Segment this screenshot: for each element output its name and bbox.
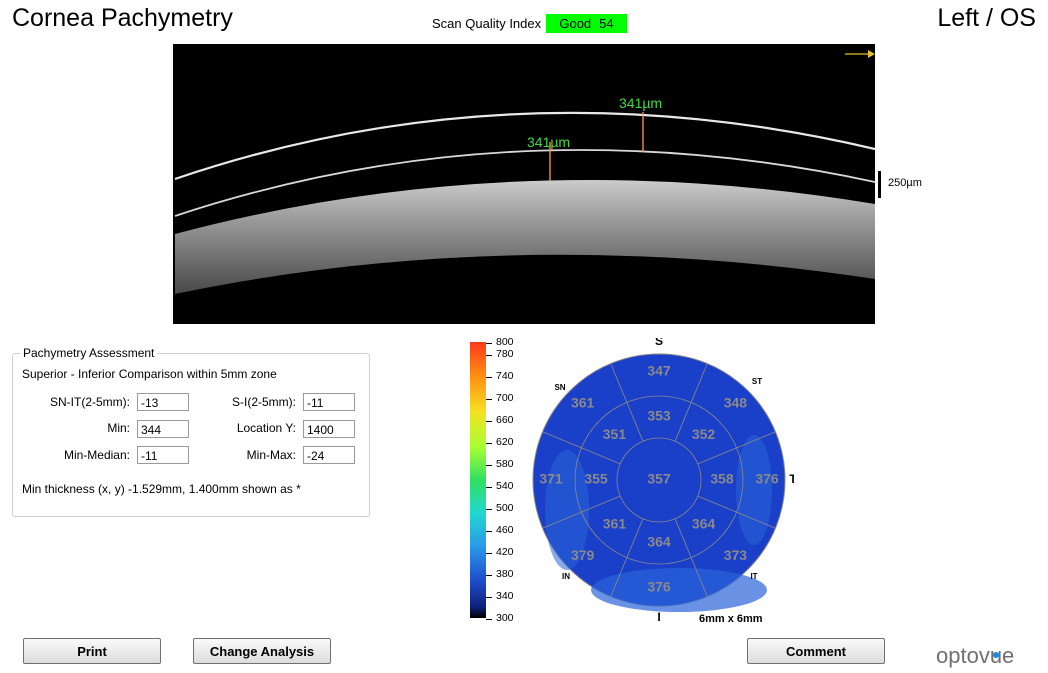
assessment-legend: Pachymetry Assessment bbox=[20, 346, 158, 360]
field-value-min-median[interactable]: -11 bbox=[137, 446, 189, 464]
logo-text: optovue bbox=[936, 643, 1014, 668]
page-title: Cornea Pachymetry bbox=[12, 4, 233, 32]
scan-quality-label: Scan Quality Index bbox=[432, 16, 542, 31]
map-orient-sn: SN bbox=[554, 383, 565, 392]
map-value-outer: 348 bbox=[724, 394, 748, 410]
colorbar-tick-mark bbox=[486, 575, 492, 576]
min-thickness-note: Min thickness (x, y) -1.529mm, 1.400mm s… bbox=[22, 482, 301, 496]
anterior-surface-line bbox=[174, 111, 875, 181]
colorbar-tick: 700 bbox=[496, 392, 514, 404]
scale-bar bbox=[878, 171, 881, 198]
colorbar-tick-mark bbox=[486, 355, 492, 356]
field-label-min: Min: bbox=[107, 421, 130, 435]
colorbar-tick: 740 bbox=[496, 370, 514, 382]
colorbar-tick-mark bbox=[486, 531, 492, 532]
map-value-inner: 355 bbox=[584, 471, 608, 487]
scan-quality-value: 54 bbox=[599, 16, 614, 31]
colorbar-tick: 780 bbox=[496, 348, 514, 360]
scan-quality-status: Good bbox=[559, 16, 592, 31]
map-value-outer: 371 bbox=[539, 471, 563, 487]
field-label-s-i: S-I(2-5mm): bbox=[232, 395, 296, 409]
map-orient-s: S bbox=[655, 338, 663, 348]
map-value-outer: 379 bbox=[571, 547, 595, 563]
field-value-min-max[interactable]: -24 bbox=[303, 446, 355, 464]
scan-quality-badge: Good 54 bbox=[546, 14, 627, 33]
colorbar-tick-mark bbox=[486, 509, 492, 510]
colorbar-tick-mark bbox=[486, 421, 492, 422]
map-value-outer: 373 bbox=[724, 547, 748, 563]
map-thick-zone bbox=[591, 568, 767, 612]
scale-label: 250µm bbox=[888, 177, 922, 189]
map-value-inner: 352 bbox=[692, 426, 716, 442]
field-value-min[interactable]: 344 bbox=[137, 420, 189, 438]
map-orient-st: ST bbox=[752, 377, 762, 386]
field-label-min-max: Min-Max: bbox=[246, 448, 296, 462]
colorbar-tick-mark bbox=[486, 619, 492, 620]
field-value-sn-it[interactable]: -13 bbox=[137, 393, 189, 411]
print-button[interactable]: Print bbox=[23, 638, 161, 664]
map-orient-t: T bbox=[789, 472, 794, 486]
map-value-outer: 361 bbox=[571, 394, 595, 410]
arrow-head-icon bbox=[868, 50, 875, 58]
change-analysis-button[interactable]: Change Analysis bbox=[193, 638, 331, 664]
logo-dot-icon bbox=[993, 652, 999, 658]
comment-button[interactable]: Comment bbox=[747, 638, 885, 664]
colorbar-tick-mark bbox=[486, 487, 492, 488]
map-value-inner: 364 bbox=[692, 515, 716, 531]
map-size-label: 6mm x 6mm bbox=[699, 613, 763, 625]
map-value-inner: 364 bbox=[647, 534, 671, 550]
map-value-center: 357 bbox=[647, 471, 671, 487]
colorbar-tick-mark bbox=[486, 399, 492, 400]
field-label-location-y: Location Y: bbox=[236, 421, 296, 435]
colorbar-tick-mark bbox=[486, 465, 492, 466]
eye-label: Left / OS bbox=[937, 4, 1036, 32]
colorbar-tick: 540 bbox=[496, 480, 514, 492]
map-orient-in: IN bbox=[562, 572, 570, 581]
field-label-min-median: Min-Median: bbox=[63, 448, 130, 462]
oct-scan-image: 341µm 341µm bbox=[173, 44, 875, 324]
colorbar-tick-mark bbox=[486, 377, 492, 378]
map-value-inner: 351 bbox=[603, 426, 627, 442]
map-thick-zone-temporal bbox=[736, 435, 772, 545]
thickness-colorbar bbox=[470, 342, 486, 618]
colorbar-tick-mark bbox=[486, 553, 492, 554]
optovue-logo: optovue bbox=[936, 643, 1014, 668]
thickness-map: 357 353 352 358 364 364 361 355 351 347 348 376 373 3… bbox=[528, 338, 794, 624]
field-label-sn-it: SN-IT(2-5mm): bbox=[50, 395, 130, 409]
colorbar-tick: 460 bbox=[496, 524, 514, 536]
colorbar-tick-mark bbox=[486, 343, 492, 344]
colorbar-tick: 380 bbox=[496, 568, 514, 580]
measure-label-1: 341µm bbox=[527, 134, 570, 150]
colorbar-tick: 580 bbox=[496, 458, 514, 470]
colorbar-tick: 620 bbox=[496, 436, 514, 448]
colorbar-tick: 340 bbox=[496, 590, 514, 602]
map-orient-i: I bbox=[657, 610, 660, 624]
map-value-outer: 376 bbox=[755, 471, 779, 487]
oct-scan-svg: 341µm 341µm bbox=[174, 50, 875, 294]
measure-label-2: 341µm bbox=[619, 95, 662, 111]
map-value-inner: 358 bbox=[710, 471, 734, 487]
field-value-s-i[interactable]: -11 bbox=[303, 393, 355, 411]
colorbar-tick: 500 bbox=[496, 502, 514, 514]
field-value-location-y[interactable]: 1400 bbox=[303, 420, 355, 438]
map-value-outer: 347 bbox=[647, 363, 671, 379]
colorbar-tick: 660 bbox=[496, 414, 514, 426]
colorbar-tick-mark bbox=[486, 443, 492, 444]
map-orient-it: IT bbox=[750, 572, 757, 581]
colorbar-tick-mark bbox=[486, 597, 492, 598]
colorbar-tick: 800 bbox=[496, 336, 514, 348]
map-value-inner: 361 bbox=[603, 515, 627, 531]
colorbar-tick: 300 bbox=[496, 612, 514, 624]
map-value-outer: 376 bbox=[647, 579, 671, 595]
assessment-subtitle: Superior - Inferior Comparison within 5m… bbox=[22, 367, 277, 381]
colorbar-tick: 420 bbox=[496, 546, 514, 558]
map-value-inner: 353 bbox=[647, 408, 671, 424]
tissue-band bbox=[175, 180, 875, 294]
